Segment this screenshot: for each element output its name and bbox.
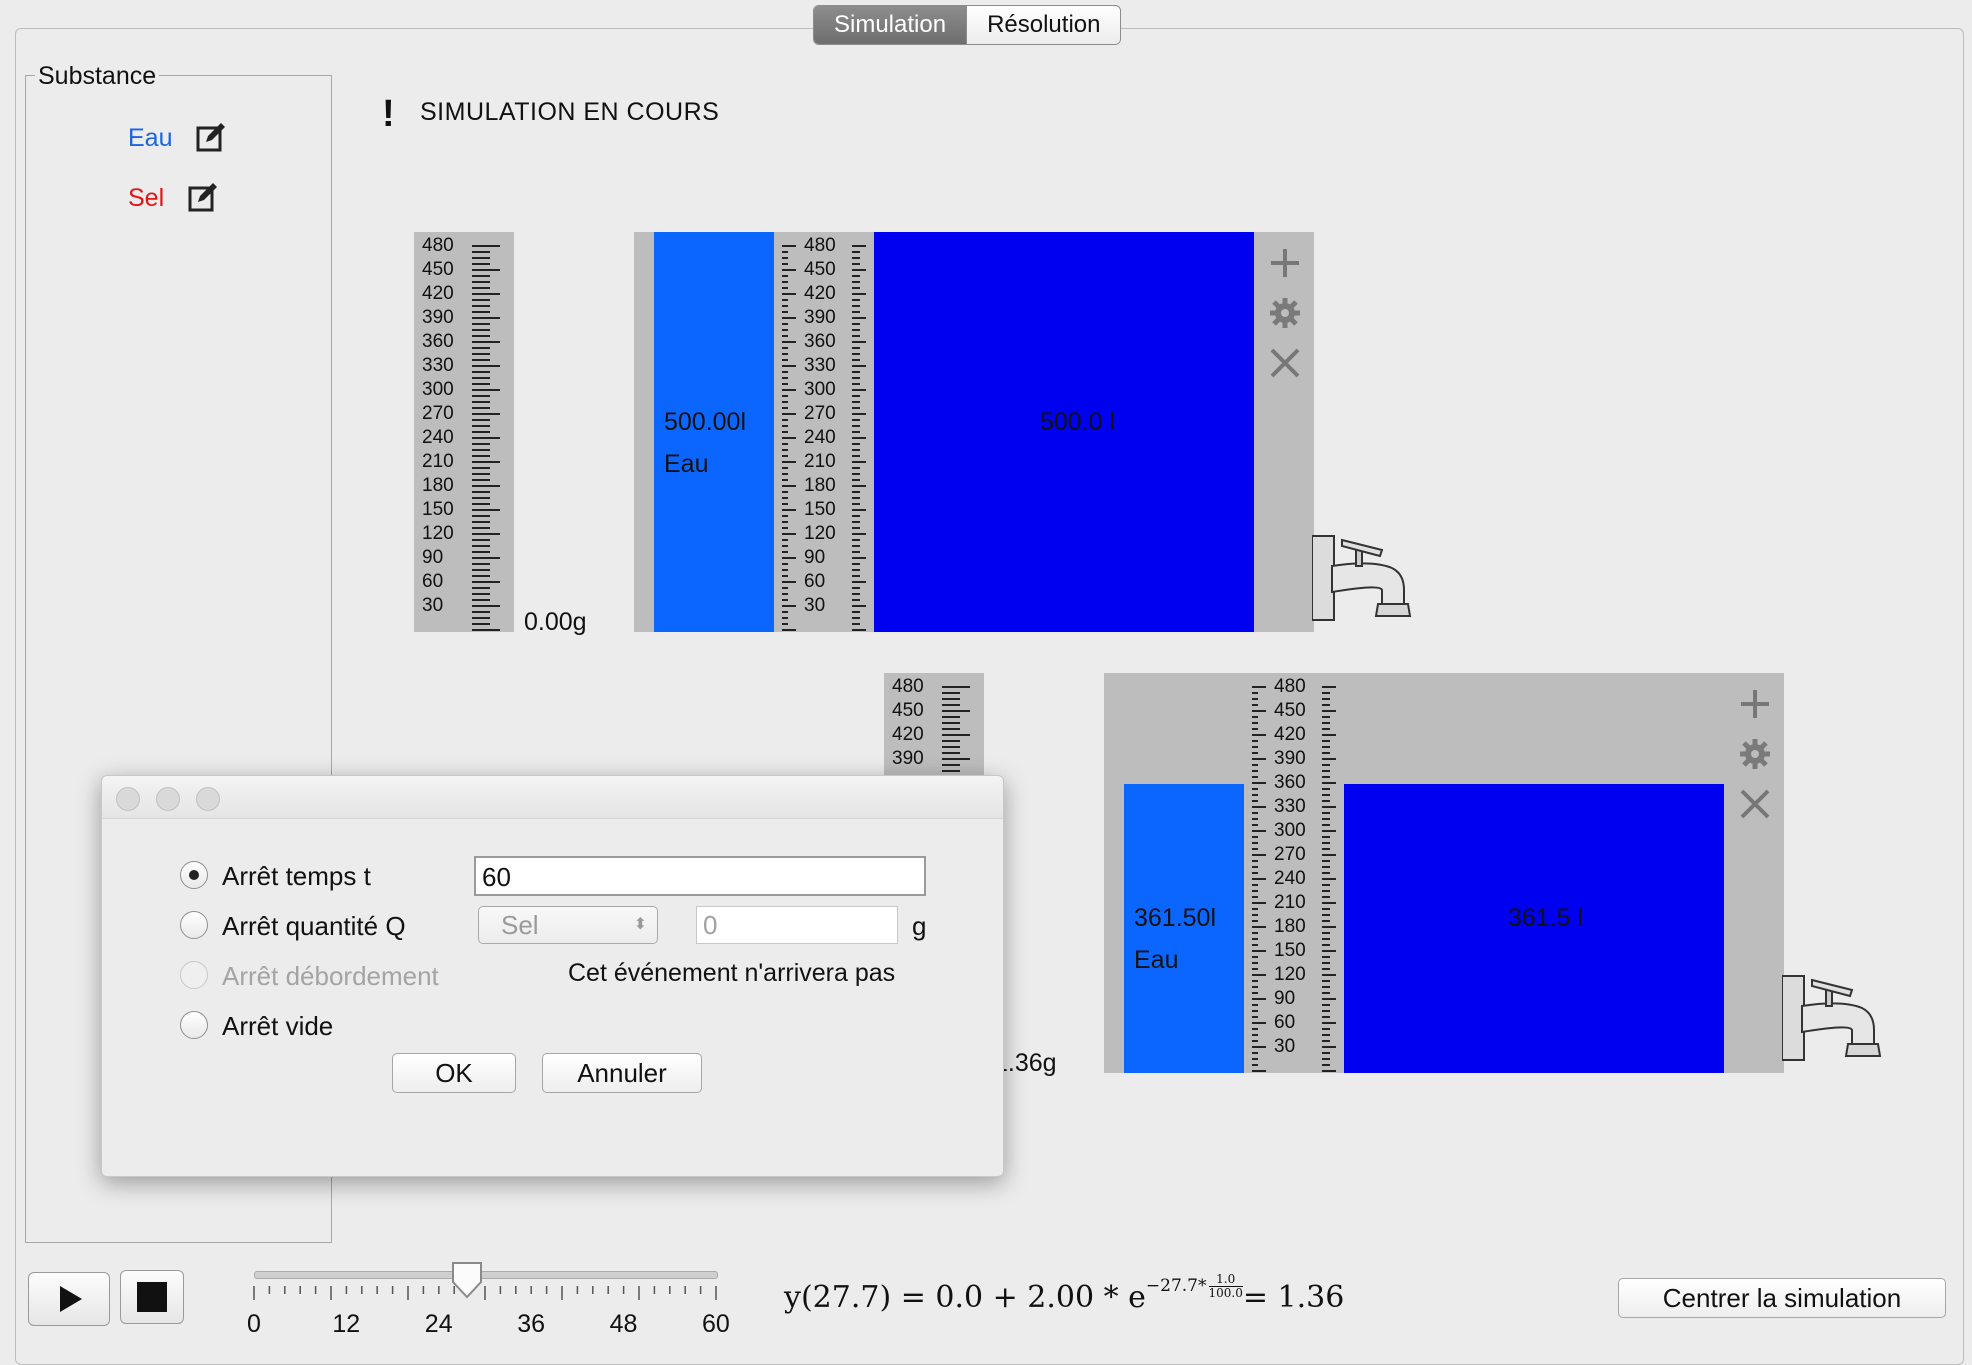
option-stop-empty-label[interactable]: Arrêt vide [222, 1011, 333, 1042]
substance-sel[interactable]: Sel [128, 184, 164, 213]
dialog-close-button[interactable] [116, 787, 140, 811]
radio-stop-overflow[interactable] [180, 961, 208, 989]
play-icon [60, 1286, 82, 1312]
volume-scale-1: 480 450 420 390 360 330 300 270 240 210 180 150 120 9… [774, 232, 874, 632]
salt-amount-1: 0.00g [524, 608, 587, 636]
substance-name-2: Eau [1134, 946, 1179, 974]
slider-tick-label: 24 [424, 1310, 453, 1338]
time-slider-thumb[interactable] [450, 1260, 484, 1300]
select-arrows-icon: ⬍ [633, 916, 647, 933]
dialog-titlebar [102, 776, 1003, 819]
formula-frac-den: 100.0 [1208, 1286, 1243, 1300]
formula-lhs: y(27.7) = 0.0 + 2.00 * e [784, 1280, 1146, 1315]
volume-scale-2: 480 450 420 390 360 330 300 270 240 210 180 150 120 9… [1244, 673, 1344, 1073]
substance-panel-title: Substance [35, 62, 160, 91]
ruler-ticks [1252, 686, 1336, 1072]
faucet-icon[interactable] [1782, 966, 1894, 1066]
play-button[interactable] [28, 1272, 110, 1326]
ruler-ticks [472, 245, 500, 631]
tank-volume-1: 500.0 l [1040, 408, 1116, 436]
formula-display: y(27.7) = 0.0 + 2.00 * e−27.7* 1.0 100.0 = … [784, 1273, 1345, 1316]
gear-icon[interactable] [1268, 296, 1302, 330]
slider-tick-label: 12 [332, 1310, 361, 1338]
stop-condition-dialog: Arrêt temps t 60 Arrêt quantité Q Sel ⬍ … [101, 775, 1004, 1177]
tab-resolution-label[interactable]: Résolution [966, 6, 1121, 44]
view-tabs-overlay: Simulation Résolution [813, 5, 1122, 45]
tank-volume-2: 361.5 l [1508, 904, 1584, 932]
close-icon[interactable] [1268, 346, 1302, 380]
overflow-note: Cet événement n'arrivera pas [568, 959, 896, 987]
option-stop-quantity-label[interactable]: Arrêt quantité Q [222, 911, 406, 942]
stop-icon [137, 1282, 167, 1312]
close-icon[interactable] [1738, 787, 1772, 821]
substance-volume-2: 361.50l [1134, 904, 1217, 932]
substance-name-1: Eau [664, 450, 709, 478]
option-stop-time-label[interactable]: Arrêt temps t [222, 861, 371, 892]
edit-icon[interactable] [196, 122, 226, 152]
quantity-unit: g [912, 911, 927, 941]
slider-tick-label: 0 [247, 1310, 261, 1338]
cancel-button[interactable]: Annuler [542, 1053, 702, 1093]
time-input[interactable]: 60 [474, 856, 926, 896]
plus-icon[interactable] [1268, 246, 1302, 280]
slider-tick-label: 36 [517, 1310, 545, 1338]
edit-icon[interactable] [188, 182, 218, 212]
plus-icon[interactable] [1738, 687, 1772, 721]
center-simulation-button[interactable]: Centrer la simulation [1618, 1278, 1946, 1318]
formula-rhs: = 1.36 [1242, 1280, 1345, 1315]
time-slider-ticks [253, 1286, 717, 1300]
stop-button[interactable] [120, 1270, 184, 1324]
exclamation-icon: ! [382, 93, 395, 135]
option-stop-overflow-label: Arrêt débordement [222, 961, 439, 991]
slider-tick-label: 48 [609, 1310, 638, 1338]
radio-stop-empty[interactable] [180, 1011, 208, 1039]
formula-exponent: −27.7* 1.0 100.0 [1145, 1273, 1243, 1300]
radio-stop-quantity[interactable] [180, 911, 208, 939]
radio-stop-time[interactable] [180, 861, 208, 889]
formula-frac-num: 1.0 [1208, 1273, 1243, 1287]
tab-simulation-label[interactable]: Simulation [814, 6, 967, 44]
formula-exponent-text: −27.7* [1145, 1276, 1207, 1296]
substance-volume-1: 500.00l [664, 408, 747, 436]
ok-button[interactable]: OK [392, 1053, 516, 1093]
dialog-minimize-button[interactable] [156, 787, 180, 811]
substance-eau[interactable]: Eau [128, 124, 172, 153]
status-text: SIMULATION EN COURS [420, 98, 720, 126]
dialog-zoom-button[interactable] [196, 787, 220, 811]
salt-scale-1: 480 450 420 390 360 330 300 270 240 210 180 150 120 9… [414, 232, 514, 632]
formula-fraction: 1.0 100.0 [1208, 1273, 1243, 1300]
slider-tick-label: 60 [702, 1310, 730, 1338]
faucet-icon[interactable] [1312, 526, 1424, 626]
substance-select[interactable]: Sel ⬍ [478, 906, 658, 944]
time-slider-track[interactable] [254, 1271, 718, 1279]
substance-select-value: Sel [501, 910, 539, 940]
quantity-input[interactable]: 0 [696, 906, 898, 944]
gear-icon[interactable] [1738, 737, 1772, 771]
ruler-ticks [782, 245, 866, 631]
